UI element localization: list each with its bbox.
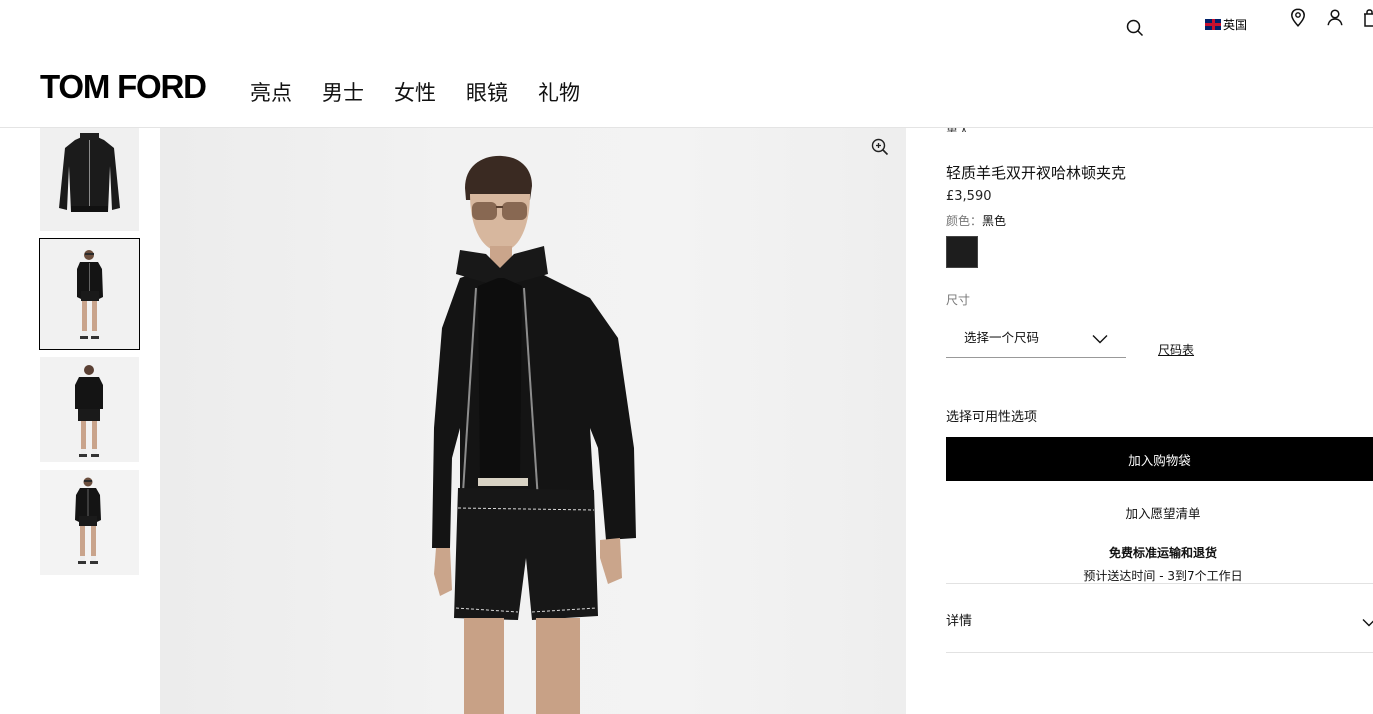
thumbnail-model-front[interactable] bbox=[39, 238, 140, 350]
site-header: TOM FORD 亮点 男士 女性 眼镜 礼物 英国 bbox=[0, 0, 1373, 128]
chevron-down-icon[interactable] bbox=[1362, 612, 1373, 631]
location-pin-icon[interactable] bbox=[1290, 8, 1306, 27]
nav-item-men[interactable]: 男士 bbox=[322, 77, 364, 107]
locale-selector[interactable]: 英国 bbox=[1205, 16, 1247, 33]
nav-item-gifts[interactable]: 礼物 bbox=[538, 77, 580, 107]
product-price: £3,590 bbox=[946, 189, 992, 204]
color-value: 黑色 bbox=[982, 214, 1007, 228]
model-back-thumb-image bbox=[40, 357, 139, 462]
model-in-jacket-image bbox=[432, 155, 636, 714]
search-icon[interactable] bbox=[1126, 19, 1144, 37]
shopping-bag-icon[interactable] bbox=[1364, 9, 1373, 27]
size-select-placeholder: 选择一个尺码 bbox=[964, 330, 1040, 345]
brand-logo[interactable]: TOM FORD bbox=[40, 68, 207, 106]
thumbnail-model-full[interactable] bbox=[40, 470, 139, 575]
shipping-title: 免费标准运输和退货 bbox=[1108, 546, 1217, 560]
thumbnail-gallery bbox=[39, 126, 140, 583]
divider bbox=[946, 583, 1373, 584]
availability-options-label: 选择可用性选项 bbox=[946, 410, 1038, 425]
locale-label: 英国 bbox=[1223, 18, 1248, 32]
main-nav: 亮点 男士 女性 眼镜 礼物 bbox=[250, 77, 610, 107]
add-to-wishlist-link[interactable]: 加入愿望清单 bbox=[946, 503, 1373, 522]
zoom-in-icon[interactable] bbox=[871, 138, 889, 160]
size-select[interactable]: 选择一个尺码 bbox=[946, 318, 1126, 358]
details-accordion-label[interactable]: 详情 bbox=[946, 610, 972, 629]
product-title: 轻质羊毛双开衩哈林顿夹克 bbox=[946, 164, 1127, 182]
nav-item-eyewear[interactable]: 眼镜 bbox=[466, 77, 508, 107]
nav-item-highlights[interactable]: 亮点 bbox=[250, 77, 292, 107]
product-main-image[interactable] bbox=[160, 128, 906, 714]
size-chart-link[interactable]: 尺码表 bbox=[1158, 341, 1194, 358]
uk-flag-icon bbox=[1205, 19, 1221, 30]
account-icon[interactable] bbox=[1327, 9, 1343, 26]
chevron-down-icon bbox=[1092, 329, 1108, 348]
add-to-bag-button[interactable]: 加入购物袋 bbox=[946, 437, 1373, 481]
thumbnail-jacket-flat[interactable] bbox=[40, 126, 139, 231]
size-label: 尺寸 bbox=[946, 293, 971, 307]
color-row: 颜色：黑色 bbox=[946, 212, 1006, 229]
model-front-thumb-image bbox=[40, 239, 139, 349]
nav-item-women[interactable]: 女性 bbox=[394, 77, 436, 107]
jacket-flat-image bbox=[40, 126, 139, 231]
thumbnail-model-back[interactable] bbox=[40, 357, 139, 462]
color-label: 颜色： bbox=[946, 214, 983, 228]
model-full-thumb-image bbox=[40, 470, 139, 575]
divider bbox=[946, 652, 1373, 653]
color-swatch-black[interactable] bbox=[946, 236, 978, 268]
shipping-estimate: 预计送达时间 - 3到7个工作日 bbox=[1083, 569, 1243, 583]
